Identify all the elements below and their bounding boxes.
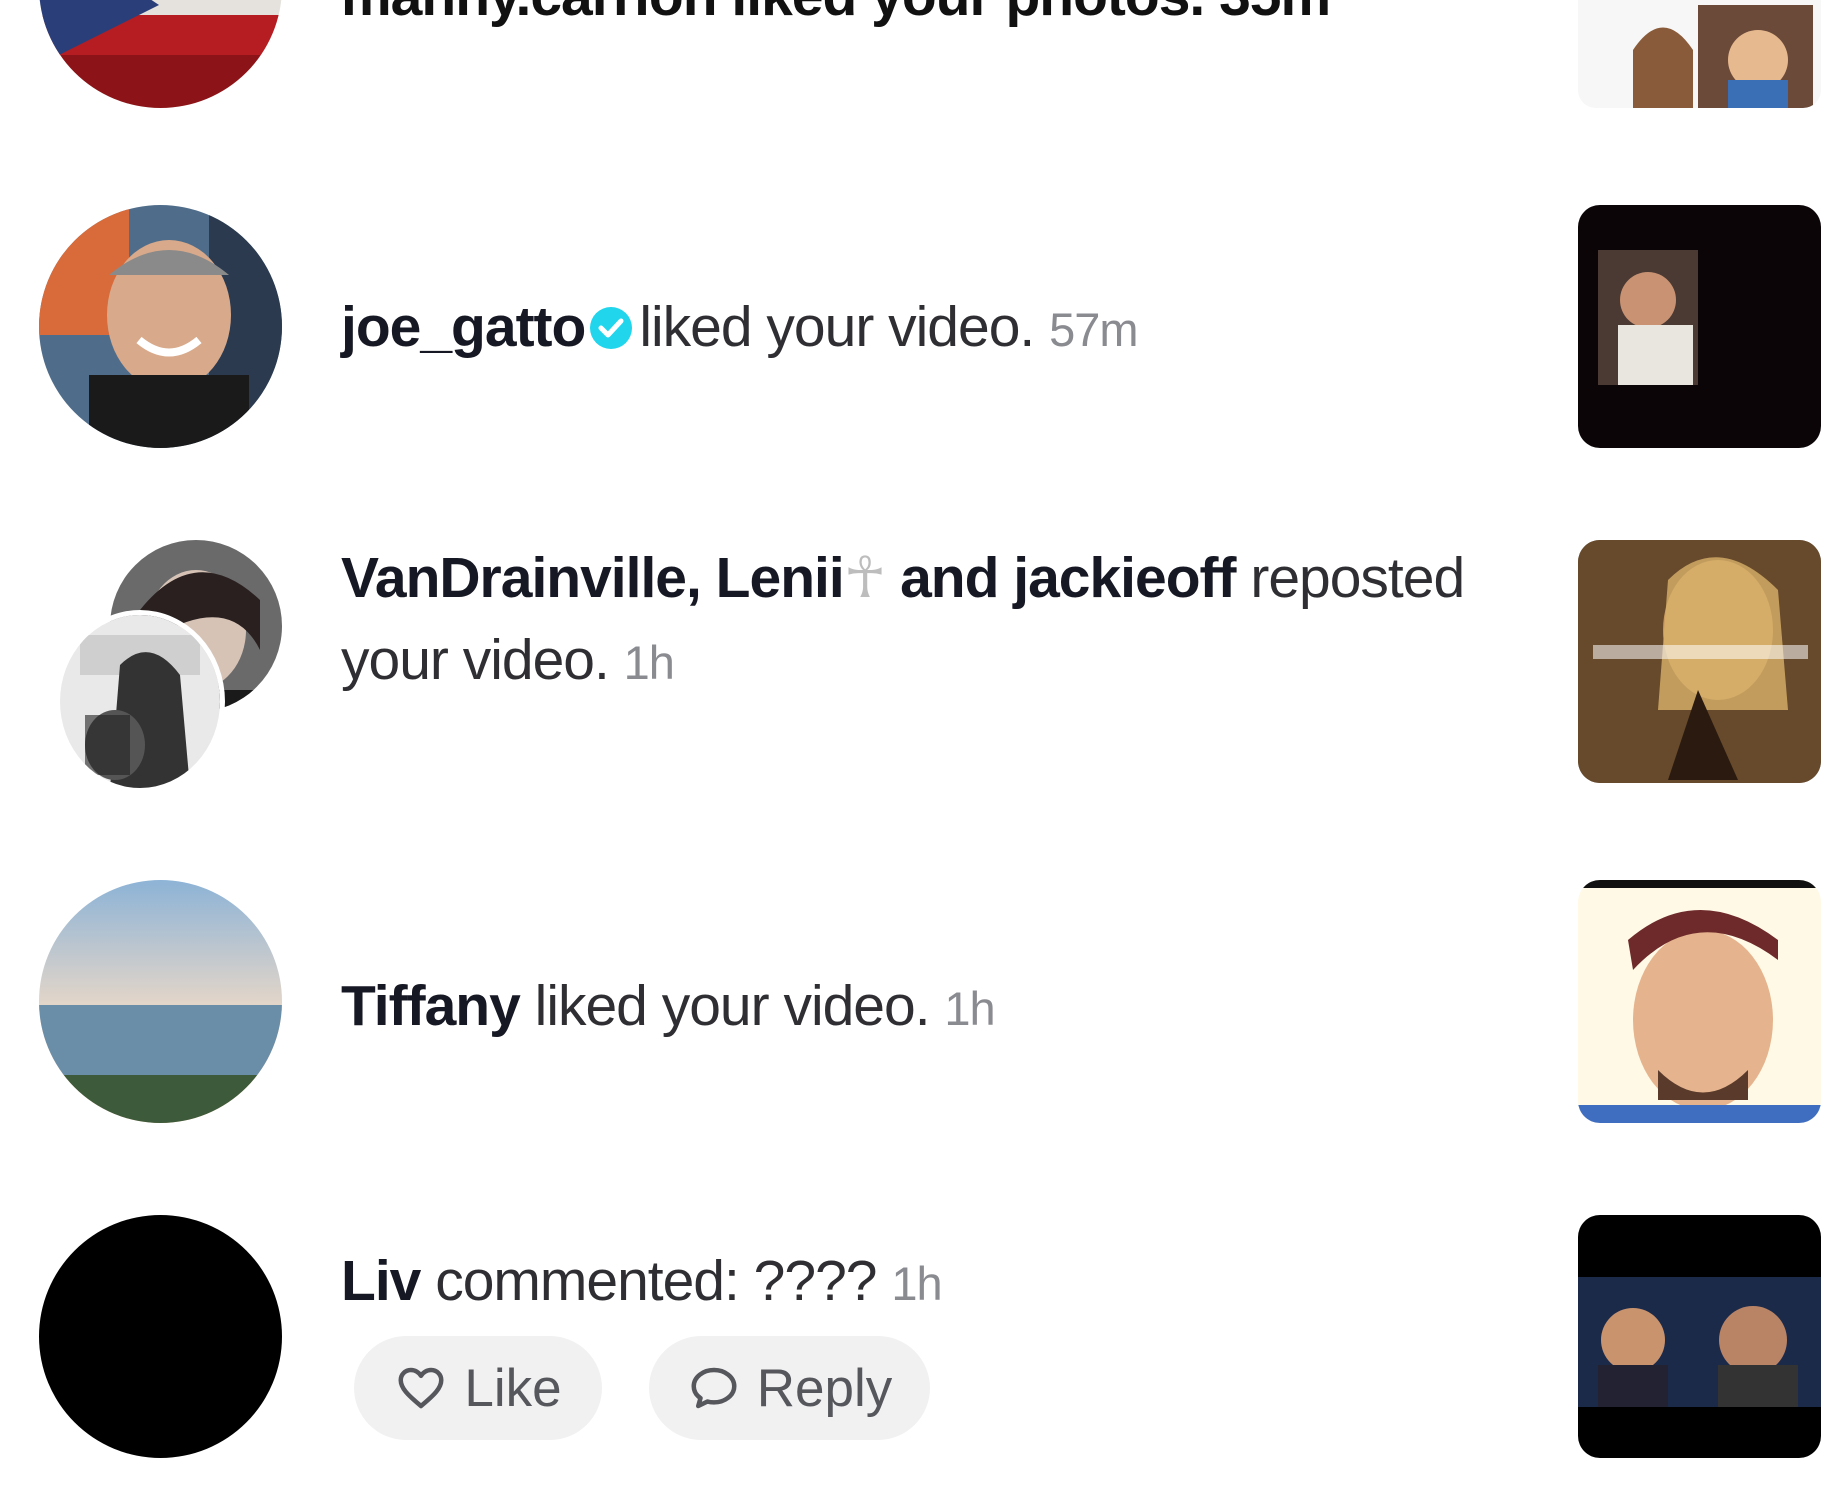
reply-label: Reply [756, 1358, 893, 1418]
avatar[interactable] [39, 0, 282, 108]
avatar[interactable] [39, 880, 282, 1123]
avatar[interactable] [39, 1215, 282, 1458]
avatar-primary[interactable] [55, 610, 225, 793]
timestamp: 1h [891, 1257, 942, 1310]
username[interactable]: joe_gatto [341, 295, 586, 359]
notification-text: Tiffany liked your video. 1h [341, 965, 1491, 1050]
action-text: liked your video. [534, 974, 931, 1038]
username[interactable]: Liv [341, 1249, 421, 1313]
timestamp: 1h [623, 636, 675, 689]
like-button[interactable]: Like [354, 1336, 602, 1440]
notification-row[interactable]: Tiffany liked your video. 1h [0, 880, 1836, 1130]
notification-row[interactable]: joe_gatto liked your video. 57m [0, 200, 1836, 450]
notification-text: manny.carrion liked your photos. 35m [341, 0, 1491, 37]
action-text: commented: ???? [435, 1249, 877, 1313]
notification-partial-text: manny.carrion liked your photos. 35m [341, 0, 1331, 28]
like-label: Like [464, 1358, 562, 1418]
video-thumbnail[interactable] [1578, 540, 1821, 783]
notification-text: VanDrainville, Lenii☥ and jackieoff repo… [341, 537, 1491, 704]
ankh-symbol: ☥ [843, 546, 887, 610]
notification-row[interactable]: VanDrainville, Lenii☥ and jackieoff repo… [0, 537, 1836, 793]
video-thumbnail[interactable] [1578, 205, 1821, 448]
video-thumbnail[interactable] [1578, 0, 1821, 108]
action-text: liked your video. [639, 295, 1035, 359]
speech-bubble-icon [691, 1367, 737, 1409]
avatar[interactable] [39, 205, 282, 448]
notification-text: joe_gatto liked your video. 57m [341, 286, 1491, 371]
usernames-tail[interactable]: and jackieoff [900, 546, 1236, 610]
verified-badge-icon [590, 307, 633, 349]
video-thumbnail[interactable] [1578, 880, 1821, 1123]
timestamp: 1h [944, 982, 995, 1035]
timestamp: 57m [1049, 303, 1138, 356]
username[interactable]: Tiffany [341, 974, 521, 1038]
usernames[interactable]: VanDrainville, Lenii [341, 546, 845, 610]
notification-text: Liv commented: ???? 1h [341, 1240, 1491, 1325]
reply-button[interactable]: Reply [649, 1336, 930, 1440]
video-thumbnail[interactable] [1578, 1215, 1821, 1458]
notification-row[interactable]: manny.carrion liked your photos. 35m [0, 0, 1836, 120]
notification-row[interactable]: Liv commented: ???? 1h [0, 1215, 1836, 1475]
heart-outline-icon [398, 1367, 444, 1409]
